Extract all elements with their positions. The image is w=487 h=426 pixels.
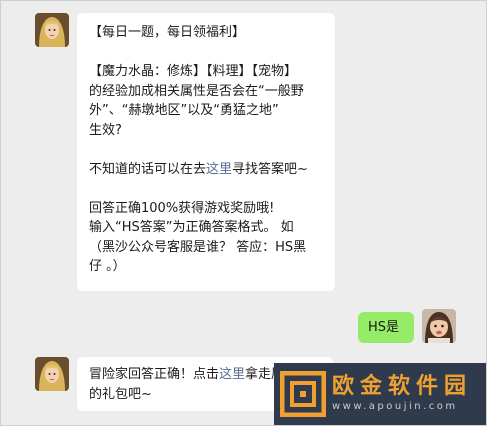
message-line: （黑沙公众号客服是谁？ 答应：HS黑 <box>89 239 307 255</box>
message-line: 【每日一题，每日领福利】 <box>89 25 246 40</box>
watermark-name: 欧金软件园 <box>332 374 473 399</box>
message-text: HS是 <box>368 320 400 335</box>
watermark-url: www.apoujin.com <box>332 401 458 412</box>
message-text: 寻找答案吧~ <box>232 161 308 177</box>
message-line: 回答正确100%获得游戏奖励哦! <box>89 200 275 216</box>
reward-link[interactable]: 这里 <box>219 367 245 382</box>
little-girl-photo-avatar-icon <box>422 309 456 343</box>
blonde-adventurer-avatar-icon <box>35 13 69 47</box>
bot-avatar[interactable] <box>35 13 69 47</box>
message-text: 冒险家回答正确！点击 <box>89 367 220 382</box>
message-line: 输入“HS答案”为正确答案格式。 如 <box>89 220 294 235</box>
message-line: 的经验加成相关属性是否会在“一般野 <box>89 83 304 99</box>
chat-window: 【每日一题，每日领福利】 【魔力水晶：修炼】【料理】【宠物】 的经验加成相关属性… <box>0 0 487 426</box>
message-bubble-user: HS是 <box>358 312 414 343</box>
bot-avatar[interactable] <box>35 357 69 391</box>
blonde-adventurer-avatar-icon <box>35 357 69 391</box>
message-bubble-question: 【每日一题，每日领福利】 【魔力水晶：修炼】【料理】【宠物】 的经验加成相关属性… <box>77 13 335 291</box>
message-line: 仔 。） <box>89 259 126 274</box>
message-line: 【魔力水晶：修炼】【料理】【宠物】 <box>89 64 298 79</box>
message-text: 不知道的话可以在去 <box>89 161 207 177</box>
message-line: 外”、“赫墩地区”以及“勇猛之地” <box>89 103 279 118</box>
answer-link[interactable]: 这里 <box>206 162 232 177</box>
message-line: 生效? <box>89 122 122 138</box>
site-logo-icon <box>280 371 326 417</box>
message-line: 不知道的话可以在去这里寻找答案吧~ <box>89 160 323 180</box>
site-watermark: 欧金软件园 www.apoujin.com <box>274 363 486 425</box>
user-avatar[interactable] <box>422 309 456 343</box>
